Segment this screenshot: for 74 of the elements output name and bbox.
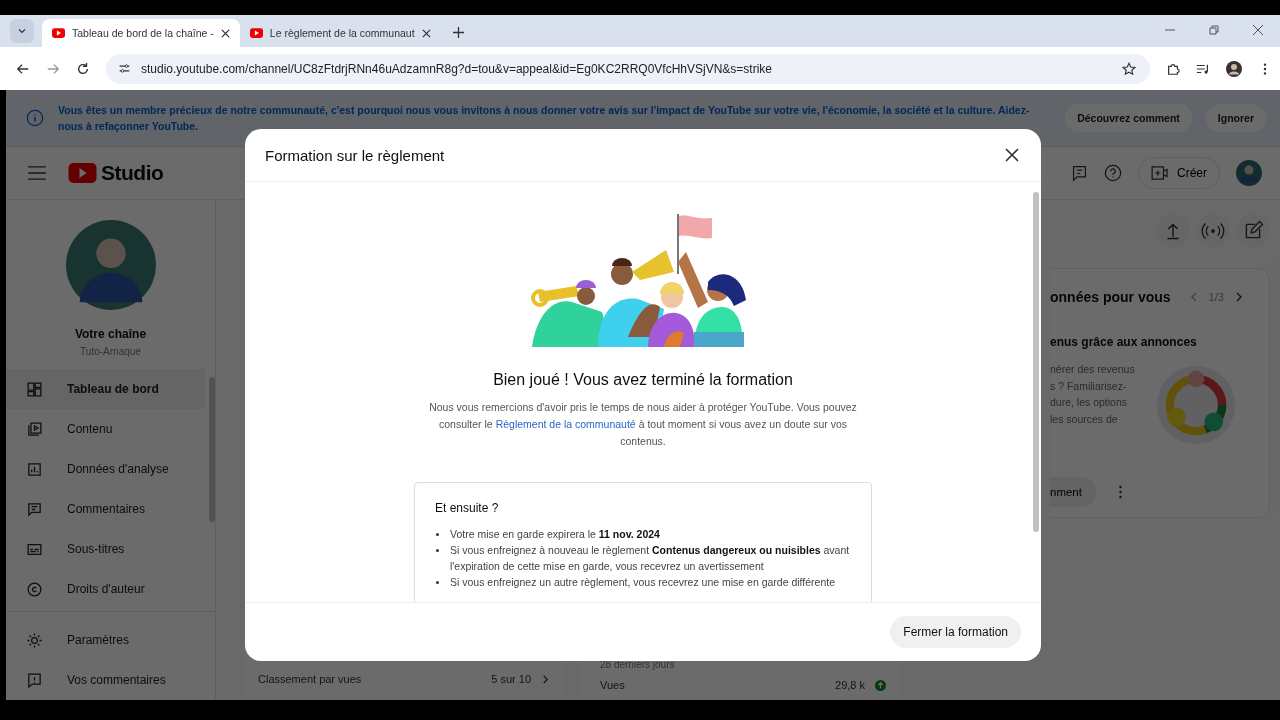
restore-icon[interactable] [1209,25,1219,35]
sidebar-item[interactable]: Paramètres [6,620,215,660]
create-button[interactable]: Créer [1138,157,1220,189]
card-button[interactable]: nment [1050,477,1096,507]
site-settings-icon[interactable] [118,62,131,75]
plus-icon[interactable] [452,27,464,38]
tab-search-button[interactable] [10,19,34,43]
close-icon[interactable] [220,28,230,38]
feedback-icon [26,671,43,689]
browser-tab[interactable]: Tableau de bord de la chaîne - [42,19,240,47]
banner-button[interactable]: Ignorer [1205,104,1266,132]
banner-button[interactable]: Découvrez comment [1065,104,1192,132]
address-bar[interactable]: studio.youtube.com/channel/UC8zFtdrjRNn46uAdzamnR8g?d=tou&v=appeal&id=Eg0KC2RRQ0VfcHhVSjVN&s=strike [106,53,1150,84]
card-subtitle: enus grâce aux annonces [1050,335,1198,349]
help-icon[interactable] [1104,164,1122,182]
play-icon [52,28,65,38]
bullet-icon [436,533,439,536]
close-training-button[interactable]: Fermer la formation [890,616,1021,648]
chevron-right-icon[interactable] [541,674,550,684]
up-arrow-icon [875,679,886,691]
feedback-icon[interactable] [1071,164,1088,182]
guidelines-link[interactable]: Règlement de la communauté [495,418,636,430]
dashboard-icon [26,380,43,398]
scrollbar[interactable] [1033,192,1039,532]
card-text-line: dure, les options [1050,395,1129,410]
studio-logo[interactable]: Studio [101,161,164,185]
video-plus-icon [1151,166,1169,180]
forward-arrow-icon[interactable] [46,61,60,76]
sidebar-item[interactable]: Tableau de bord [6,369,205,409]
ranking-label: Classement par vues [258,673,362,685]
dialog-heading: Bien joué ! Vous avez terminé la formation [493,371,793,389]
info-icon [26,109,44,127]
bullet-text: Si vous enfreignez un autre règlement, vous recevrez une mise en garde différente [450,575,836,590]
browser-tab[interactable]: Le règlement de la communaut [239,19,441,47]
close-icon[interactable] [1253,25,1263,35]
card-text-line: s ? Familiarisez- [1050,378,1128,394]
channel-name: Tuto-Arnaque [80,346,141,357]
close-icon[interactable] [1005,148,1019,162]
close-icon[interactable] [421,28,431,38]
bullet-text: Votre mise en garde expirera le 11 nov. 2024 [450,527,660,542]
url-text: studio.youtube.com/channel/UC8zFtdrjRNn46uAdzamnR8g?d=tou&v=appeal&id=Eg0KC2RRQ0VfcHhVSjVN&s=strike [141,61,772,76]
banner-message: Vous êtes un membre précieux de notre communauté, c'est pourquoi nous vous invitons à nous donner votre avis sur l'impact de YouTube sur votre vie, l'économie, la société et la culture. Aidez-nous à refaçonner YouTube. [58,103,1031,134]
play-icon [249,28,263,38]
sidebar-item[interactable]: Vos commentaires [6,660,215,700]
settings-icon [26,631,43,649]
avatar[interactable] [1236,160,1262,186]
bullet-text: Si vous enfreignez à nouveau le règlement Contenus dangereux ou nuisibles avant l'expiration de cette mise en garde, vous recevrez un avertissement [450,543,851,574]
profile-avatar[interactable] [1226,60,1242,77]
play-icon [68,163,97,183]
bullet-icon [436,549,439,552]
chart-icon [26,460,43,478]
views-value: 29,8 k [835,679,865,691]
sidebar-item[interactable]: Sous-titres [6,529,215,569]
reload-icon[interactable] [76,61,90,76]
ranking-value: 5 sur 10 [491,673,531,685]
tab-title: Tableau de bord de la chaîne - [72,27,214,39]
play-icon [26,420,43,438]
card-text-line: les sources de [1050,411,1119,427]
tab-title: Le règlement de la communaut [269,27,415,39]
back-arrow-icon[interactable] [16,61,30,76]
views-label: Vues [600,679,625,691]
puzzle-icon[interactable] [1166,61,1180,76]
star-icon[interactable] [1122,61,1136,76]
card-title: onnées pour vous [1050,289,1171,305]
sidebar-item[interactable]: Droits d'auteur [6,569,215,609]
menu-icon[interactable] [28,166,46,180]
panel-title: Et ensuite ? [435,501,500,515]
thanks-paragraph: Nous vous remercions d'avoir pris le temps de nous aider à protéger YouTube. Vous pouvez consulter le Règlement de la communauté à tout moment si vous avez un doute sur vos contenus. [428,400,858,449]
copyright-icon [26,580,43,598]
channel-title: Votre chaîne [74,327,147,341]
card-text-line: nérer des revenus [1050,362,1136,377]
dialog-title: Formation sur le règlement [265,146,445,164]
bullet-icon [436,581,439,584]
comment-icon [26,500,43,518]
